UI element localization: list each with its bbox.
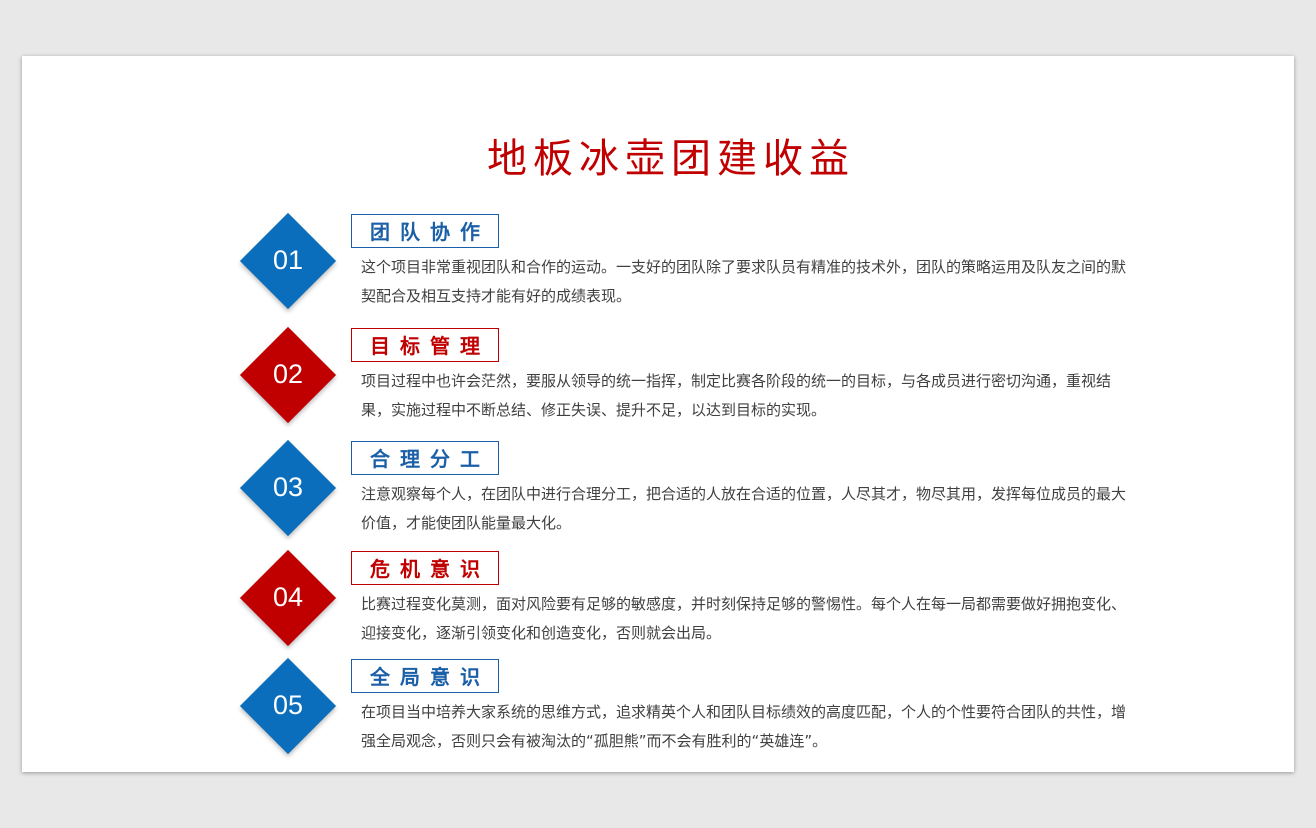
slide: 地板冰壶团建收益 01 团队协作 这个项目非常重视团队和合作的运动。一支好的团队… <box>22 56 1294 772</box>
item-number: 04 <box>272 582 304 612</box>
item-heading: 全局意识 <box>351 659 499 693</box>
slide-title: 地板冰壶团建收益 <box>487 136 855 182</box>
item-description: 注意观察每个人，在团队中进行合理分工，把合适的人放在合适的位置，人尽其才，物尽其… <box>361 485 1127 532</box>
item-description: 比赛过程变化莫测，面对风险要有足够的敏感度，并时刻保持足够的警惕性。每个人在每一… <box>361 595 1127 642</box>
item-heading: 目标管理 <box>351 328 499 362</box>
item-number: 03 <box>272 472 304 502</box>
item-heading: 危机意识 <box>351 551 499 585</box>
benefit-item-crisis-awareness: 04 危机意识 比赛过程变化莫测，面对风险要有足够的敏感度，并时刻保持足够的警惕… <box>22 549 1294 651</box>
benefit-item-big-picture: 05 全局意识 在项目当中培养大家系统的思维方式，追求精英个人和团队目标绩效的高… <box>22 657 1294 759</box>
benefit-item-goal-management: 02 目标管理 项目过程中也许会茫然，要服从领导的统一指挥，制定比赛各阶段的统一… <box>22 326 1294 428</box>
benefit-item-teamwork: 01 团队协作 这个项目非常重视团队和合作的运动。一支好的团队除了要求队员有精准… <box>22 212 1294 314</box>
item-description: 项目过程中也许会茫然，要服从领导的统一指挥，制定比赛各阶段的统一的目标，与各成员… <box>361 372 1112 419</box>
item-heading: 团队协作 <box>351 214 499 248</box>
item-number: 02 <box>272 359 304 389</box>
item-description: 在项目当中培养大家系统的思维方式，追求精英个人和团队目标绩效的高度匹配，个人的个… <box>361 703 1127 750</box>
item-number: 05 <box>272 690 304 720</box>
item-description: 这个项目非常重视团队和合作的运动。一支好的团队除了要求队员有精准的技术外，团队的… <box>361 258 1127 305</box>
item-heading: 合理分工 <box>351 441 499 475</box>
item-number: 01 <box>272 245 304 275</box>
benefit-item-division-of-labor: 03 合理分工 注意观察每个人，在团队中进行合理分工，把合适的人放在合适的位置，… <box>22 439 1294 541</box>
